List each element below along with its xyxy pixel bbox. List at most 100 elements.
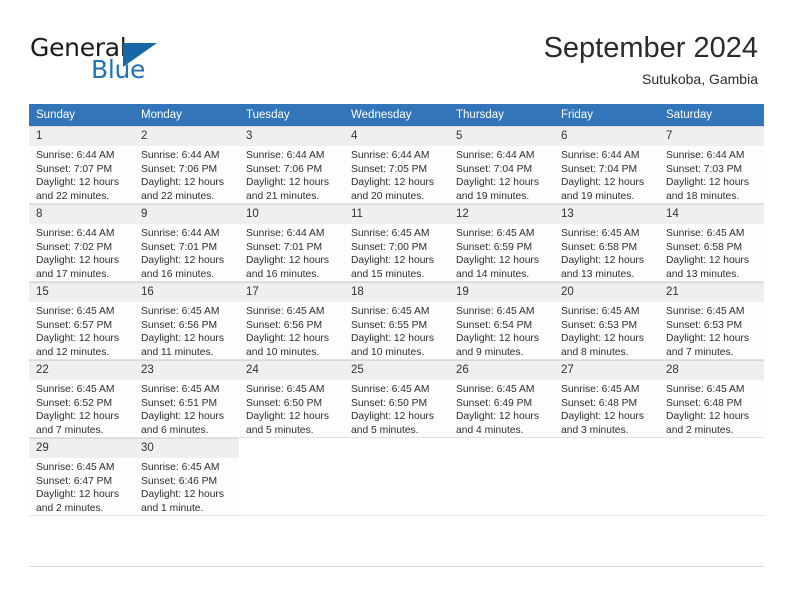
calendar-day-cell bbox=[659, 438, 764, 516]
day-info: Sunrise: 6:44 AM Sunset: 7:06 PM Daylight:… bbox=[239, 146, 344, 203]
calendar-day-cell[interactable]: 28 Sunrise: 6:45 AM Sunset: 6:48 PM Dayligh… bbox=[659, 360, 764, 438]
day-info-sunrise: Sunrise: 6:45 AM bbox=[141, 384, 220, 395]
day-info-daylight-line2: and 2 minutes. bbox=[666, 424, 734, 436]
day-info-daylight-line1: Daylight: 12 hours bbox=[36, 489, 119, 501]
day-number: 2 bbox=[134, 127, 239, 146]
calendar-day-cell[interactable]: 2 Sunrise: 6:44 AM Sunset: 7:06 PM Daylight… bbox=[134, 126, 239, 204]
day-info-daylight-line2: and 8 minutes. bbox=[561, 346, 629, 358]
calendar-day-cell[interactable]: 4 Sunrise: 6:44 AM Sunset: 7:05 PM Daylight… bbox=[344, 126, 449, 204]
day-info: Sunrise: 6:45 AM Sunset: 6:52 PM Daylight:… bbox=[29, 380, 134, 437]
calendar-day-cell[interactable]: 7 Sunrise: 6:44 AM Sunset: 7:03 PM Daylight… bbox=[659, 126, 764, 204]
calendar-week-row: 22 Sunrise: 6:45 AM Sunset: 6:52 PM Dayligh… bbox=[29, 360, 764, 438]
day-info-sunrise: Sunrise: 6:45 AM bbox=[36, 306, 115, 317]
day-info-daylight-line1: Daylight: 12 hours bbox=[561, 255, 644, 267]
day-info bbox=[554, 457, 659, 460]
calendar-day-cell[interactable]: 23 Sunrise: 6:45 AM Sunset: 6:51 PM Dayligh… bbox=[134, 360, 239, 438]
day-info-daylight-line2: and 18 minutes. bbox=[666, 190, 740, 202]
day-cell-content: 15 Sunrise: 6:45 AM Sunset: 6:57 PM Dayligh… bbox=[29, 282, 134, 360]
day-info-daylight-line2: and 17 minutes. bbox=[36, 268, 110, 280]
calendar-day-cell[interactable]: 24 Sunrise: 6:45 AM Sunset: 6:50 PM Dayligh… bbox=[239, 360, 344, 438]
day-info-daylight-line1: Daylight: 12 hours bbox=[561, 333, 644, 345]
day-info-sunrise: Sunrise: 6:45 AM bbox=[456, 306, 535, 317]
calendar-day-cell[interactable]: 6 Sunrise: 6:44 AM Sunset: 7:04 PM Daylight… bbox=[554, 126, 659, 204]
calendar-day-cell[interactable]: 27 Sunrise: 6:45 AM Sunset: 6:48 PM Dayligh… bbox=[554, 360, 659, 438]
day-cell-content: 9 Sunrise: 6:44 AM Sunset: 7:01 PM Daylight… bbox=[134, 204, 239, 282]
day-info-sunset: Sunset: 7:07 PM bbox=[36, 163, 113, 175]
day-number bbox=[554, 438, 659, 457]
day-info-sunset: Sunset: 7:04 PM bbox=[561, 163, 638, 175]
calendar-day-cell[interactable]: 9 Sunrise: 6:44 AM Sunset: 7:01 PM Daylight… bbox=[134, 204, 239, 282]
page-header: General Blue September 2024 Sutukoba, Ga… bbox=[0, 0, 792, 100]
day-cell-content: 19 Sunrise: 6:45 AM Sunset: 6:54 PM Dayligh… bbox=[449, 282, 554, 360]
day-number bbox=[344, 438, 449, 457]
day-info-daylight-line2: and 13 minutes. bbox=[561, 268, 635, 280]
day-info-daylight-line1: Daylight: 12 hours bbox=[351, 411, 434, 423]
day-cell-content: 21 Sunrise: 6:45 AM Sunset: 6:53 PM Dayligh… bbox=[659, 282, 764, 360]
day-info: Sunrise: 6:45 AM Sunset: 6:48 PM Daylight:… bbox=[554, 380, 659, 437]
day-info-sunrise: Sunrise: 6:44 AM bbox=[246, 150, 325, 161]
day-info-daylight-line2: and 3 minutes. bbox=[561, 424, 629, 436]
day-number: 21 bbox=[659, 283, 764, 302]
calendar-day-cell[interactable]: 21 Sunrise: 6:45 AM Sunset: 6:53 PM Dayligh… bbox=[659, 282, 764, 360]
calendar-day-cell[interactable]: 3 Sunrise: 6:44 AM Sunset: 7:06 PM Daylight… bbox=[239, 126, 344, 204]
day-cell-content: 23 Sunrise: 6:45 AM Sunset: 6:51 PM Dayligh… bbox=[134, 360, 239, 438]
brand-logo[interactable]: General Blue bbox=[30, 33, 220, 85]
day-info-daylight-line2: and 9 minutes. bbox=[456, 346, 524, 358]
calendar-day-cell[interactable]: 19 Sunrise: 6:45 AM Sunset: 6:54 PM Dayligh… bbox=[449, 282, 554, 360]
weekday-header-tuesday: Tuesday bbox=[239, 104, 344, 126]
day-info-sunset: Sunset: 6:48 PM bbox=[666, 397, 743, 409]
weekday-header-row: Sunday Monday Tuesday Wednesday Thursday… bbox=[29, 104, 764, 126]
day-info-sunset: Sunset: 6:49 PM bbox=[456, 397, 533, 409]
day-info-sunset: Sunset: 7:04 PM bbox=[456, 163, 533, 175]
day-number: 29 bbox=[29, 439, 134, 458]
day-info-sunrise: Sunrise: 6:45 AM bbox=[351, 228, 430, 239]
day-cell-content: 27 Sunrise: 6:45 AM Sunset: 6:48 PM Dayligh… bbox=[554, 360, 659, 438]
calendar-day-cell[interactable]: 30 Sunrise: 6:45 AM Sunset: 6:46 PM Dayligh… bbox=[134, 438, 239, 516]
calendar-day-cell[interactable]: 5 Sunrise: 6:44 AM Sunset: 7:04 PM Daylight… bbox=[449, 126, 554, 204]
day-info-sunset: Sunset: 6:46 PM bbox=[141, 475, 218, 487]
calendar-day-cell[interactable]: 20 Sunrise: 6:45 AM Sunset: 6:53 PM Dayligh… bbox=[554, 282, 659, 360]
calendar-day-cell[interactable]: 8 Sunrise: 6:44 AM Sunset: 7:02 PM Daylight… bbox=[29, 204, 134, 282]
calendar-day-cell bbox=[449, 438, 554, 516]
day-info-sunset: Sunset: 7:01 PM bbox=[141, 241, 218, 253]
day-info-daylight-line2: and 19 minutes. bbox=[561, 190, 635, 202]
day-info-daylight-line2: and 4 minutes. bbox=[456, 424, 524, 436]
day-cell-content: 12 Sunrise: 6:45 AM Sunset: 6:59 PM Dayligh… bbox=[449, 204, 554, 282]
calendar-day-cell[interactable]: 10 Sunrise: 6:44 AM Sunset: 7:01 PM Dayligh… bbox=[239, 204, 344, 282]
calendar-day-cell[interactable]: 12 Sunrise: 6:45 AM Sunset: 6:59 PM Dayligh… bbox=[449, 204, 554, 282]
calendar-day-cell[interactable]: 11 Sunrise: 6:45 AM Sunset: 7:00 PM Dayligh… bbox=[344, 204, 449, 282]
day-number: 25 bbox=[344, 361, 449, 380]
day-info: Sunrise: 6:45 AM Sunset: 6:53 PM Daylight:… bbox=[554, 302, 659, 359]
calendar-day-cell[interactable]: 22 Sunrise: 6:45 AM Sunset: 6:52 PM Dayligh… bbox=[29, 360, 134, 438]
day-info bbox=[659, 457, 764, 460]
calendar-day-cell[interactable]: 14 Sunrise: 6:45 AM Sunset: 6:58 PM Dayligh… bbox=[659, 204, 764, 282]
calendar-week-row: 8 Sunrise: 6:44 AM Sunset: 7:02 PM Daylight… bbox=[29, 204, 764, 282]
day-cell-content: 26 Sunrise: 6:45 AM Sunset: 6:49 PM Dayligh… bbox=[449, 360, 554, 438]
day-number: 30 bbox=[134, 439, 239, 458]
calendar-day-cell[interactable]: 15 Sunrise: 6:45 AM Sunset: 6:57 PM Dayligh… bbox=[29, 282, 134, 360]
day-info-daylight-line2: and 2 minutes. bbox=[36, 502, 104, 514]
weekday-header-sunday: Sunday bbox=[29, 104, 134, 126]
day-number: 5 bbox=[449, 127, 554, 146]
calendar-day-cell[interactable]: 1 Sunrise: 6:44 AM Sunset: 7:07 PM Daylight… bbox=[29, 126, 134, 204]
day-cell-content: 14 Sunrise: 6:45 AM Sunset: 6:58 PM Dayligh… bbox=[659, 204, 764, 282]
calendar-day-cell[interactable]: 26 Sunrise: 6:45 AM Sunset: 6:49 PM Dayligh… bbox=[449, 360, 554, 438]
calendar-week-row: 15 Sunrise: 6:45 AM Sunset: 6:57 PM Dayligh… bbox=[29, 282, 764, 360]
day-cell-content: 18 Sunrise: 6:45 AM Sunset: 6:55 PM Dayligh… bbox=[344, 282, 449, 360]
day-info: Sunrise: 6:45 AM Sunset: 6:48 PM Daylight:… bbox=[659, 380, 764, 437]
calendar-day-cell[interactable]: 16 Sunrise: 6:45 AM Sunset: 6:56 PM Dayligh… bbox=[134, 282, 239, 360]
calendar-day-cell[interactable]: 17 Sunrise: 6:45 AM Sunset: 6:56 PM Dayligh… bbox=[239, 282, 344, 360]
day-info-sunrise: Sunrise: 6:45 AM bbox=[246, 384, 325, 395]
day-cell-content: 3 Sunrise: 6:44 AM Sunset: 7:06 PM Daylight… bbox=[239, 126, 344, 204]
day-info-daylight-line1: Daylight: 12 hours bbox=[456, 333, 539, 345]
day-number: 12 bbox=[449, 205, 554, 224]
calendar-day-cell[interactable]: 13 Sunrise: 6:45 AM Sunset: 6:58 PM Dayligh… bbox=[554, 204, 659, 282]
day-info: Sunrise: 6:44 AM Sunset: 7:03 PM Daylight:… bbox=[659, 146, 764, 203]
day-info-daylight-line2: and 10 minutes. bbox=[246, 346, 320, 358]
calendar-day-cell[interactable]: 25 Sunrise: 6:45 AM Sunset: 6:50 PM Dayligh… bbox=[344, 360, 449, 438]
day-info-daylight-line2: and 6 minutes. bbox=[141, 424, 209, 436]
day-info: Sunrise: 6:44 AM Sunset: 7:07 PM Daylight:… bbox=[29, 146, 134, 203]
day-info-daylight-line1: Daylight: 12 hours bbox=[351, 255, 434, 267]
calendar-day-cell[interactable]: 29 Sunrise: 6:45 AM Sunset: 6:47 PM Dayligh… bbox=[29, 438, 134, 516]
calendar-day-cell[interactable]: 18 Sunrise: 6:45 AM Sunset: 6:55 PM Dayligh… bbox=[344, 282, 449, 360]
